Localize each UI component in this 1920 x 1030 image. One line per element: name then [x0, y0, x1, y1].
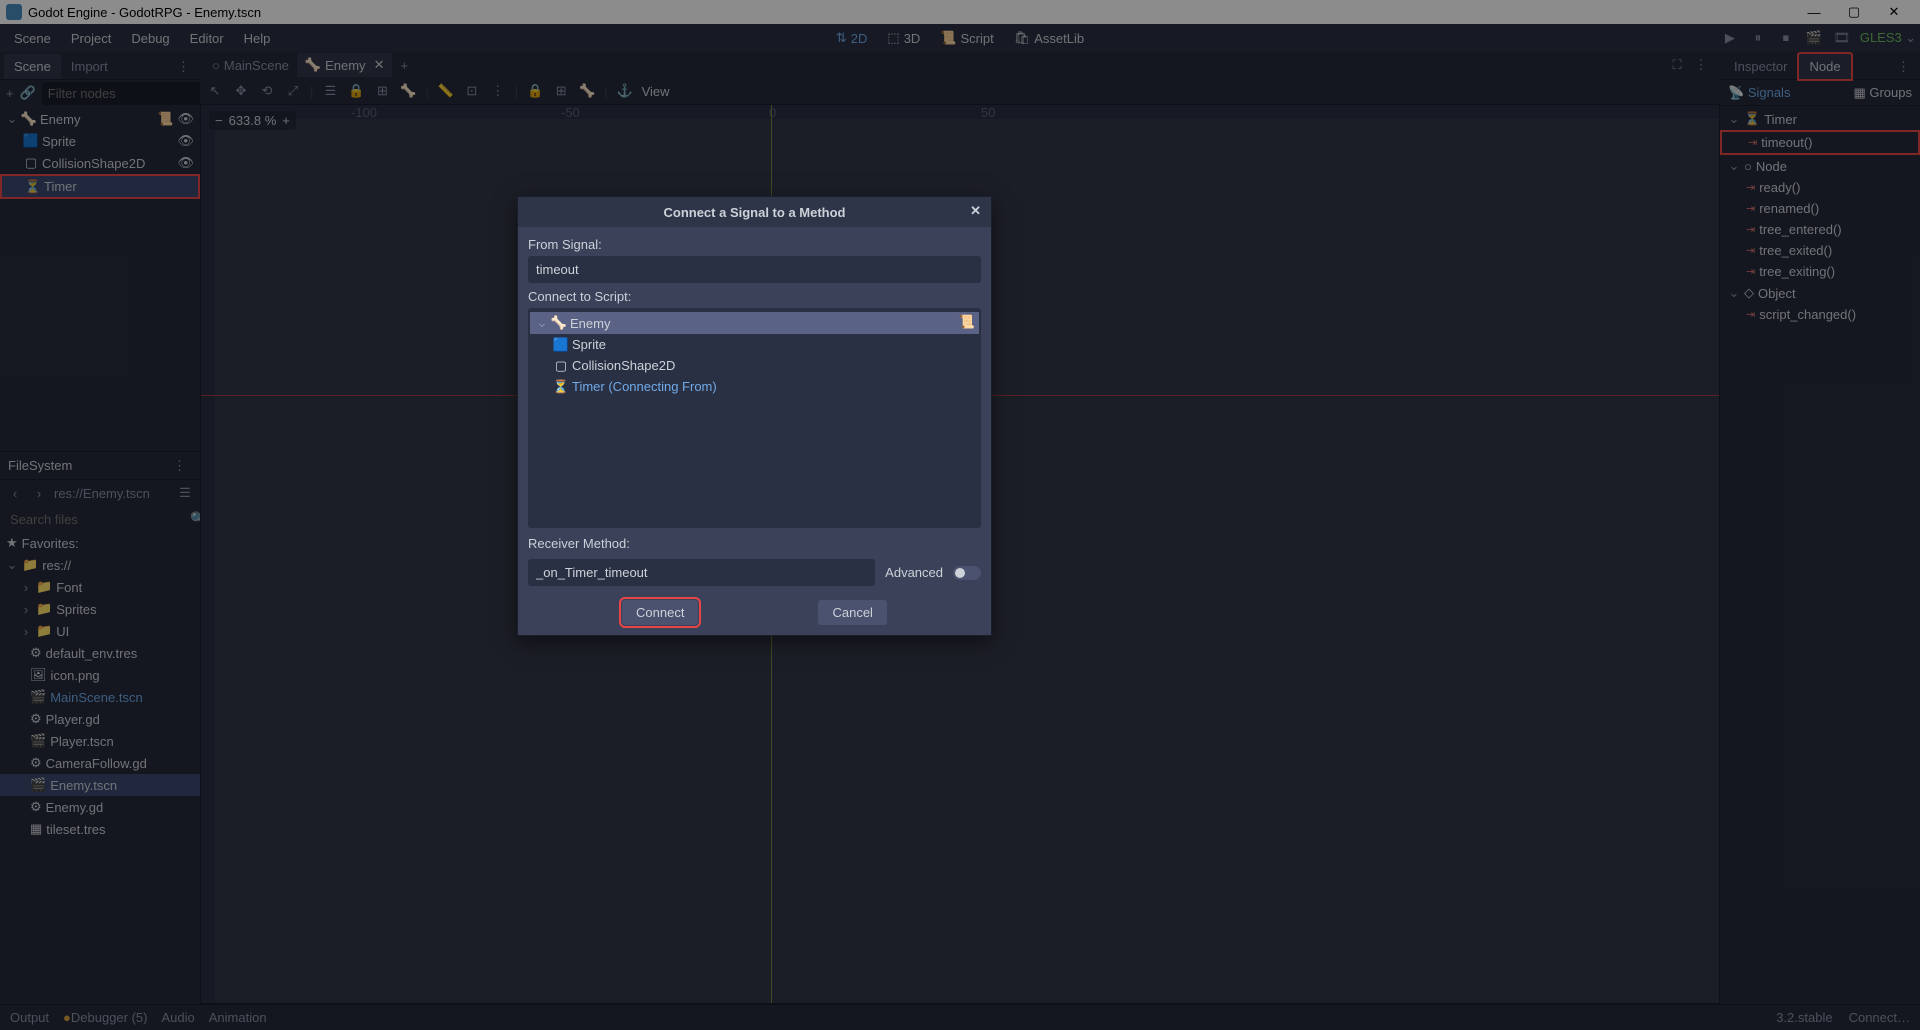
- target-timer[interactable]: ⏳Timer (Connecting From): [530, 376, 979, 397]
- rigid-body-icon: 🦴: [552, 316, 566, 330]
- connect-target-tree: 📜 ⌄🦴Enemy 🟦Sprite ▢CollisionShape2D ⏳Tim…: [528, 308, 981, 528]
- sprite-icon: 🟦: [554, 338, 568, 352]
- dialog-title: Connect a Signal to a Method: [663, 205, 845, 220]
- connect-button[interactable]: Connect: [622, 600, 698, 625]
- cancel-button[interactable]: Cancel: [818, 600, 886, 625]
- script-icon[interactable]: 📜: [959, 314, 975, 330]
- from-signal-label: From Signal:: [528, 237, 981, 252]
- target-collision[interactable]: ▢CollisionShape2D: [530, 355, 979, 376]
- advanced-toggle[interactable]: [953, 566, 981, 580]
- from-signal-input[interactable]: [528, 256, 981, 283]
- timer-icon: ⏳: [554, 380, 568, 394]
- target-enemy[interactable]: ⌄🦴Enemy: [530, 312, 979, 334]
- advanced-label: Advanced: [885, 565, 943, 580]
- close-icon[interactable]: ✕: [970, 203, 981, 219]
- target-sprite[interactable]: 🟦Sprite: [530, 334, 979, 355]
- receiver-method-input[interactable]: [528, 559, 875, 586]
- connect-to-label: Connect to Script:: [528, 289, 981, 304]
- receiver-label: Receiver Method:: [528, 536, 981, 551]
- connect-signal-dialog: Connect a Signal to a Method ✕ From Sign…: [517, 196, 992, 636]
- collision-icon: ▢: [554, 359, 568, 373]
